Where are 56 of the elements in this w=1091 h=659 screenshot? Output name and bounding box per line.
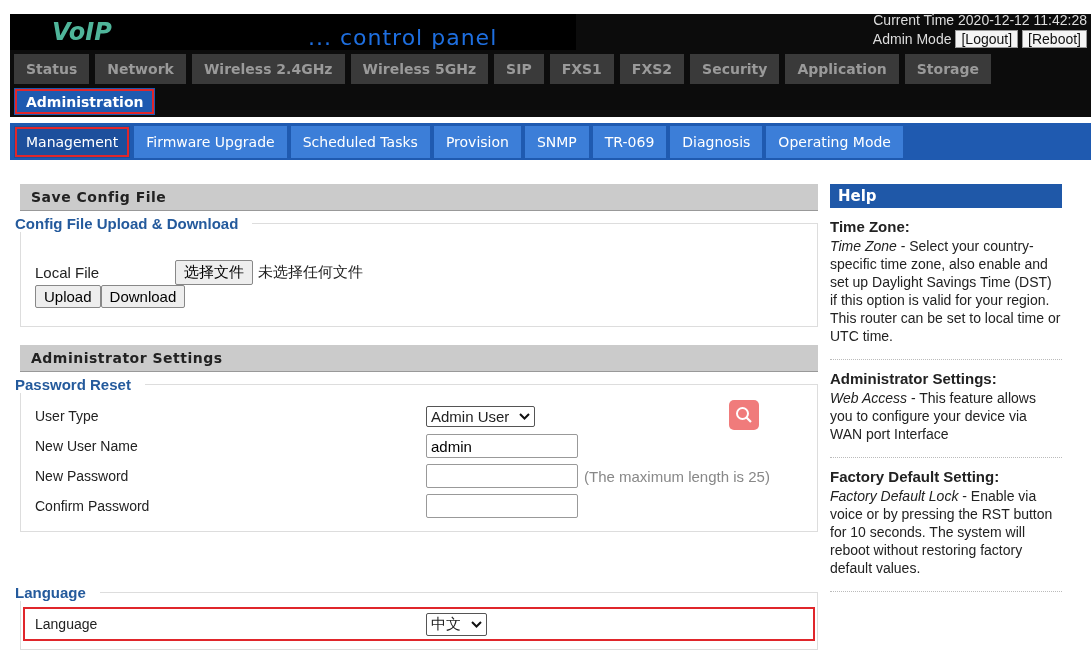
header-button[interactable]: [Logout] (955, 30, 1019, 48)
field-label: New User Name (35, 438, 139, 454)
nav-tab[interactable]: SIP (494, 54, 544, 84)
subnav-tab[interactable]: Firmware Upgrade (134, 126, 287, 158)
subnav-tab[interactable]: SNMP (524, 126, 589, 158)
subnav-tab[interactable]: Operating Mode (766, 126, 903, 158)
dropdown[interactable]: 中文 (426, 612, 487, 636)
help-heading: Administrator Settings: (830, 370, 998, 387)
subnav-tab[interactable]: TR-069 (592, 126, 667, 158)
text-field[interactable] (426, 464, 578, 488)
chevron-icon (471, 620, 482, 628)
group-title: Password Reset (14, 376, 132, 393)
nav-tab[interactable]: FXS2 (619, 54, 685, 84)
help-text: Factory Default Lock - Enable via voice or by pressing the RST button for 10 seconds. The system will reboot without restoring factory default values. (830, 487, 1054, 577)
section-header: Save Config File (20, 184, 818, 211)
text-field[interactable]: admin (426, 434, 578, 458)
header-button[interactable]: [Reboot] (1022, 30, 1087, 48)
help-text: Time Zone - Select your country-specific time zone, also enable and set up Daylight Savings Time (DST) if this option is valid for your region. This router can be set to local time or UTC time. (830, 237, 1062, 345)
nav-tab[interactable]: Storage (904, 54, 991, 84)
nav-tab[interactable]: Administration (14, 88, 156, 115)
current-time: Current Time 2020-12-12 11:42:28 (873, 12, 1087, 28)
hint-text: (The maximum length is 25) (584, 467, 770, 485)
group-title: Language (14, 584, 87, 601)
help-heading: Time Zone: (830, 218, 911, 235)
field-label: New Password (35, 468, 130, 484)
nav-tab[interactable]: Wireless 2.4GHz (191, 54, 345, 84)
nav-tab[interactable]: Wireless 5GHz (350, 54, 489, 84)
text-field[interactable] (426, 494, 578, 518)
choose-file-button[interactable]: 选择文件 (175, 260, 253, 285)
action-button[interactable]: Upload (35, 285, 101, 308)
field-label: User Type (35, 408, 100, 424)
subtitle: ... control panel (308, 25, 498, 50)
field-label: Local File (35, 264, 101, 281)
search-icon[interactable] (729, 400, 759, 430)
mode-label: Admin Mode (872, 31, 952, 47)
field-label: Language (35, 616, 99, 632)
field-label: Confirm Password (35, 498, 151, 514)
subnav-tab[interactable]: Diagnosis (670, 126, 763, 158)
nav-tab[interactable]: Status (14, 54, 90, 84)
help-heading: Factory Default Setting: (830, 468, 1001, 485)
nav-tab[interactable]: FXS1 (549, 54, 614, 84)
subnav-tab[interactable]: Scheduled Tasks (290, 126, 430, 158)
help-header: Help (830, 184, 1062, 208)
help-text: Web Access - This feature allows you to configure your device via WAN port Interface (830, 389, 1037, 443)
chevron-icon (519, 412, 531, 420)
nav-tab[interactable]: Security (690, 54, 780, 84)
subnav-tab[interactable]: Provision (433, 126, 521, 158)
subnav-tab[interactable]: Management (14, 126, 131, 158)
nav-tab[interactable]: Network (95, 54, 186, 84)
logo: VoIP (52, 18, 112, 46)
nav-tab[interactable]: Application (785, 54, 899, 84)
action-button[interactable]: Download (100, 285, 186, 308)
file-status: 未选择任何文件 (258, 263, 363, 282)
section-header: Administrator Settings (20, 345, 818, 372)
dropdown[interactable]: Admin User (426, 405, 536, 427)
group-title: Config File Upload & Download (14, 215, 240, 232)
